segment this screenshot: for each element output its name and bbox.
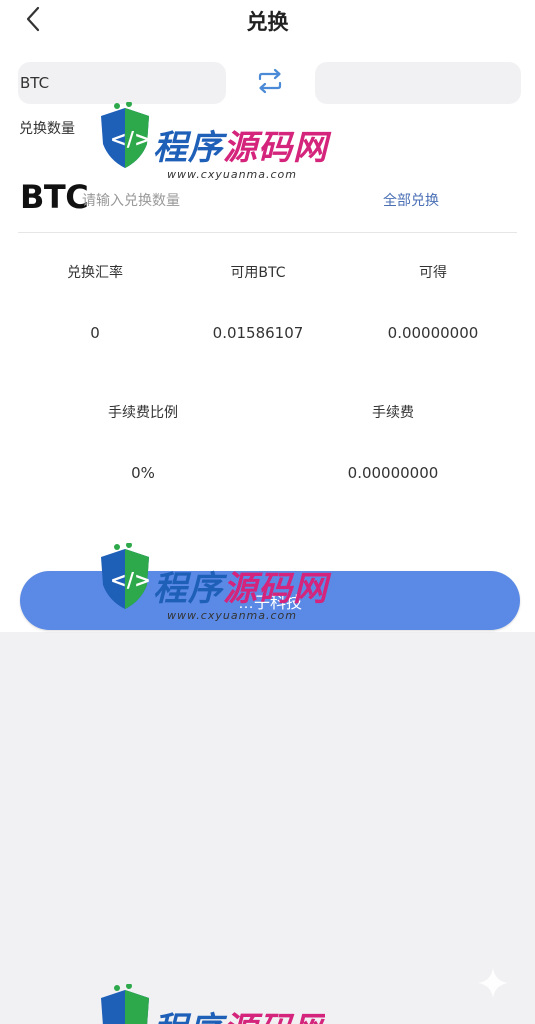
- quantity-label: 兑换数量: [19, 121, 75, 137]
- exchange-all-button[interactable]: 全部兑换: [383, 190, 439, 210]
- available-value: 0.01586107: [212, 324, 304, 342]
- fee-ratio-label: 手续费比例: [108, 405, 178, 421]
- header: 兑换: [0, 0, 535, 40]
- from-coin-select[interactable]: BTC: [18, 62, 226, 104]
- available-value-cell: 0.01586107: [198, 324, 318, 342]
- submit-label: …子科技: [237, 594, 302, 612]
- fee-stat: 手续费: [343, 402, 443, 422]
- receive-label: 可得: [419, 265, 447, 281]
- rate-value-cell: 0: [45, 324, 145, 342]
- from-coin-label: BTC: [20, 74, 50, 92]
- fee-value: 0.00000000: [347, 464, 439, 482]
- fee-value-cell: 0.00000000: [330, 464, 456, 482]
- fee-ratio-value: 0%: [131, 464, 155, 482]
- submit-exchange-button[interactable]: …子科技: [20, 571, 520, 630]
- fee-ratio-value-cell: 0%: [93, 464, 193, 482]
- available-stat: 可用BTC: [202, 262, 314, 282]
- receive-stat: 可得: [383, 262, 483, 282]
- fee-label: 手续费: [372, 405, 414, 421]
- empty-lower-area: [0, 632, 535, 1024]
- swap-arrows-icon: [258, 68, 282, 94]
- receive-value: 0.00000000: [387, 324, 479, 342]
- page-title: 兑换: [246, 10, 289, 34]
- receive-value-cell: 0.00000000: [370, 324, 496, 342]
- sparkle-icon: [478, 968, 508, 998]
- to-coin-select[interactable]: [315, 62, 521, 104]
- rate-label: 兑换汇率: [67, 265, 123, 281]
- amount-input-row: BTC 全部兑换: [18, 168, 517, 233]
- rate-stat: 兑换汇率: [45, 262, 145, 282]
- rate-value: 0: [90, 324, 100, 342]
- fee-ratio-stat: 手续费比例: [83, 402, 203, 422]
- amount-input[interactable]: [80, 186, 324, 216]
- swap-button[interactable]: [253, 64, 287, 98]
- available-label: 可用BTC: [230, 265, 286, 281]
- input-coin-symbol: BTC: [20, 178, 89, 216]
